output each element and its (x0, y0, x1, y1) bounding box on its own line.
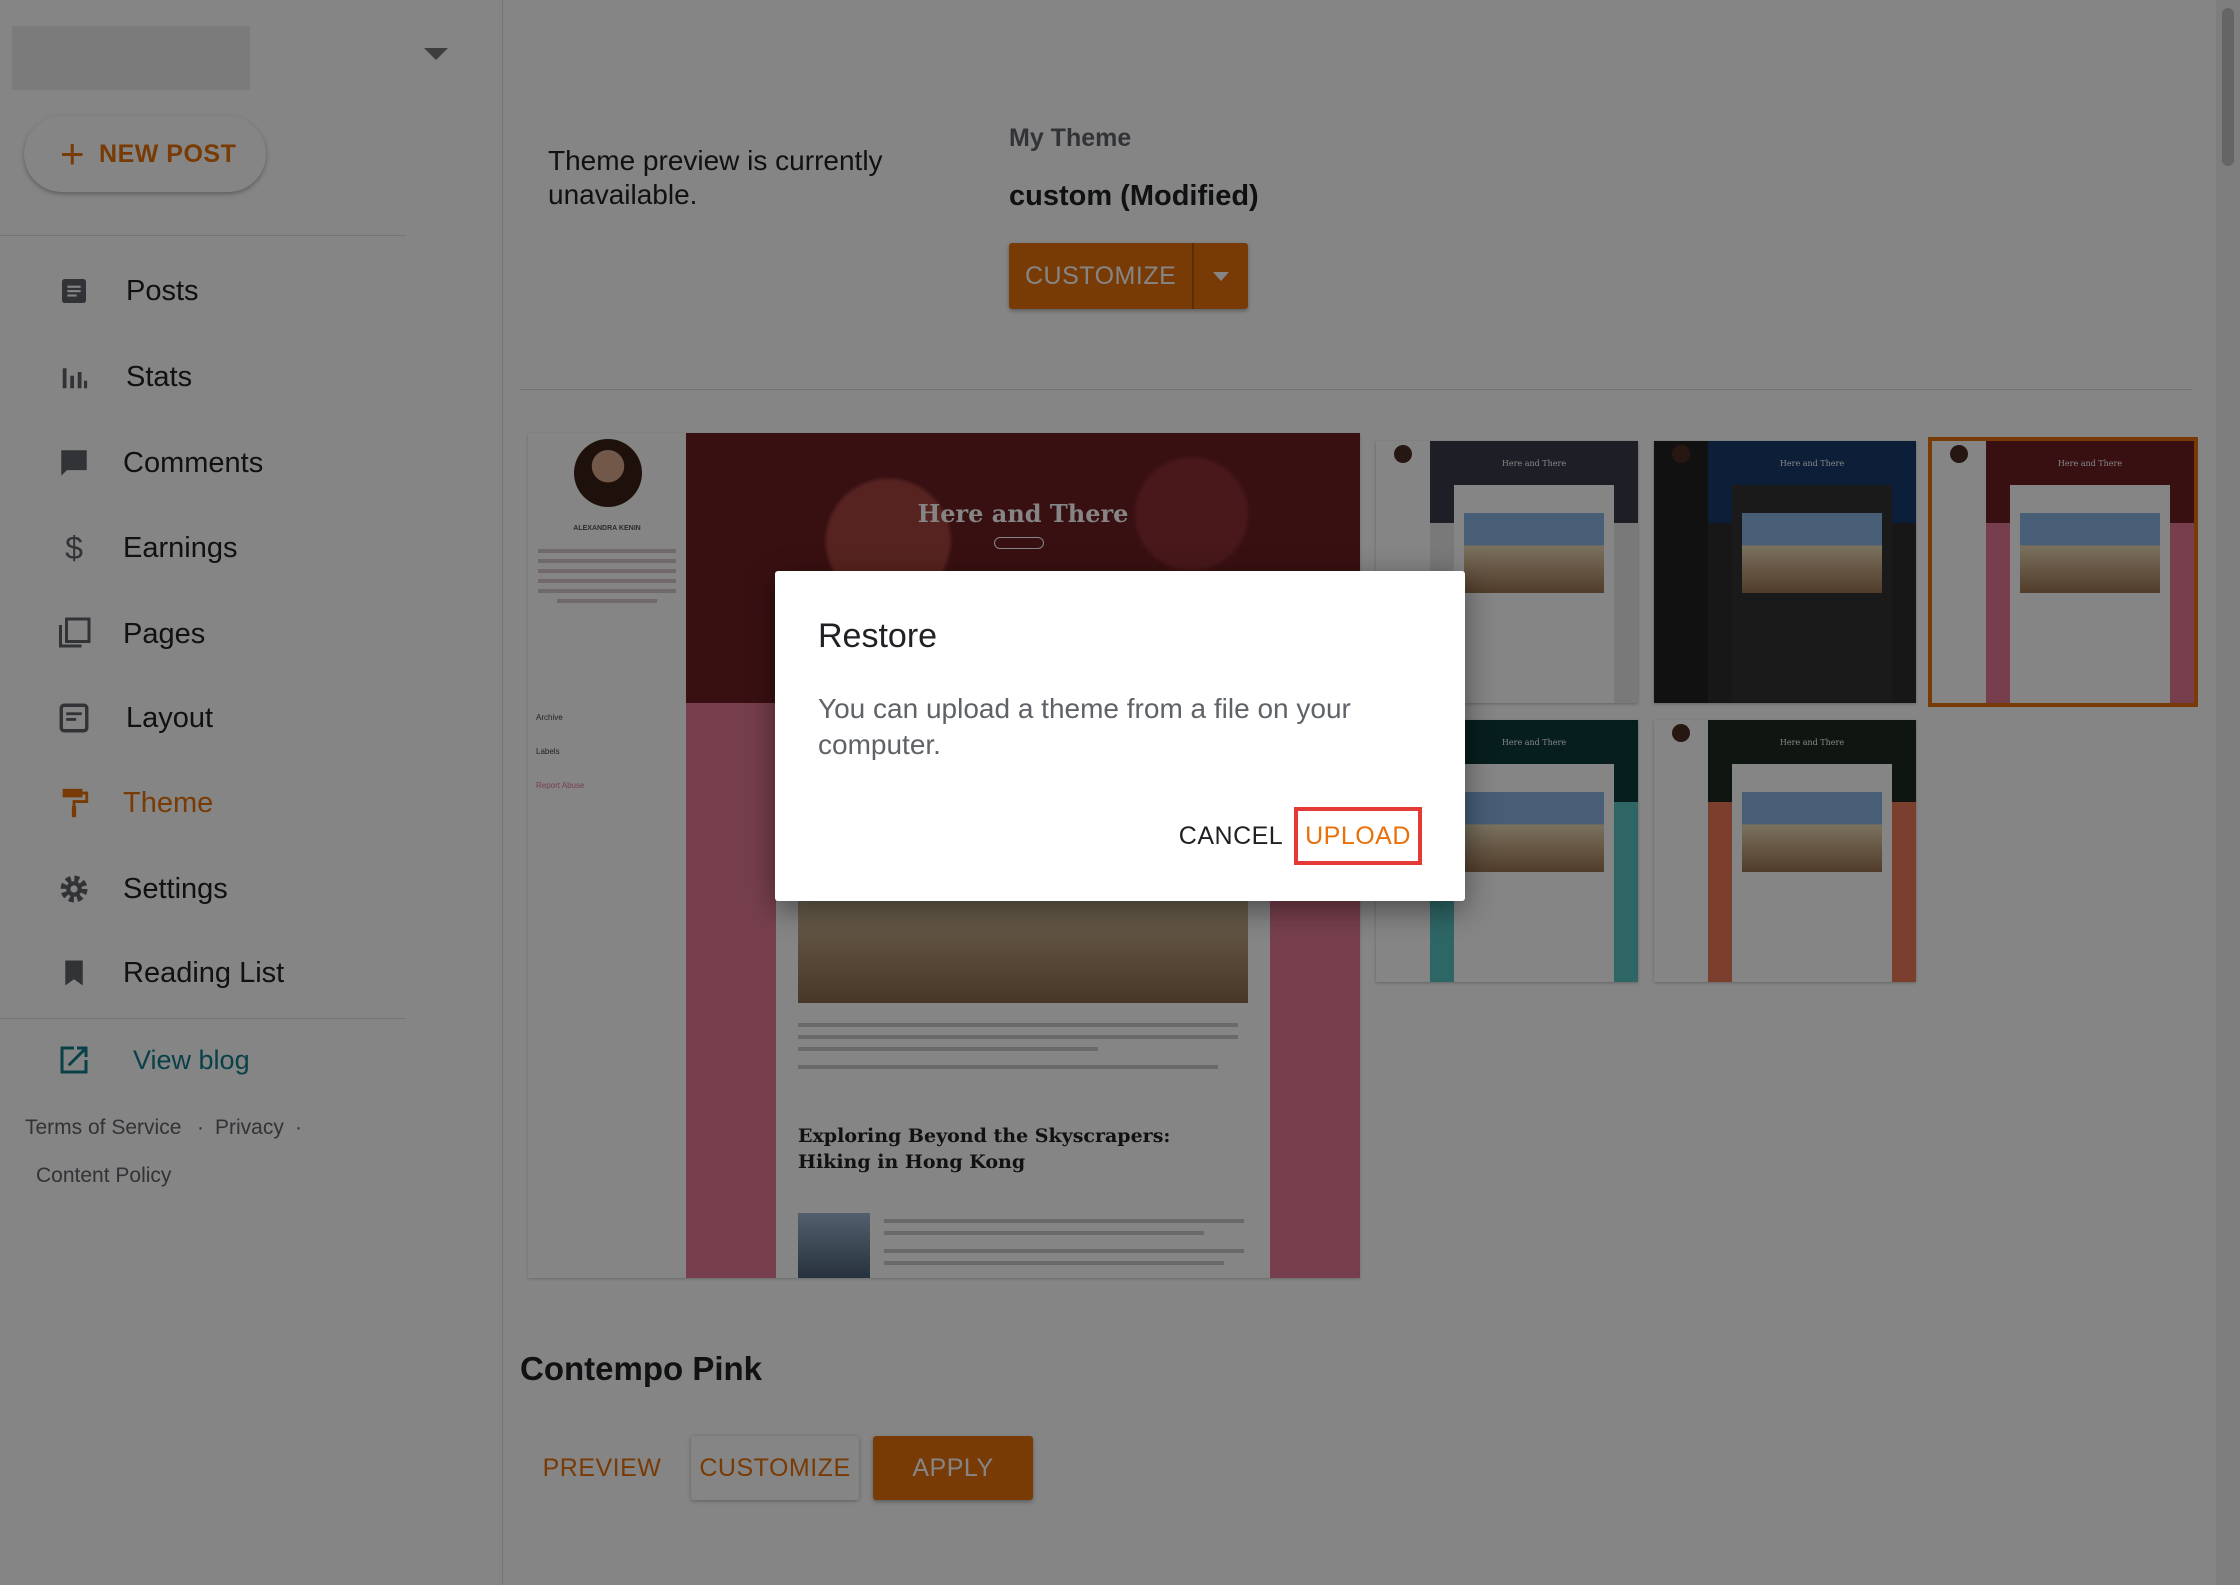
cancel-button[interactable]: CANCEL (1161, 807, 1301, 865)
dialog-title: Restore (818, 617, 938, 655)
upload-button[interactable]: UPLOAD (1294, 807, 1422, 865)
restore-dialog: Restore You can upload a theme from a fi… (775, 571, 1465, 901)
dialog-message: You can upload a theme from a file on yo… (818, 693, 1351, 760)
